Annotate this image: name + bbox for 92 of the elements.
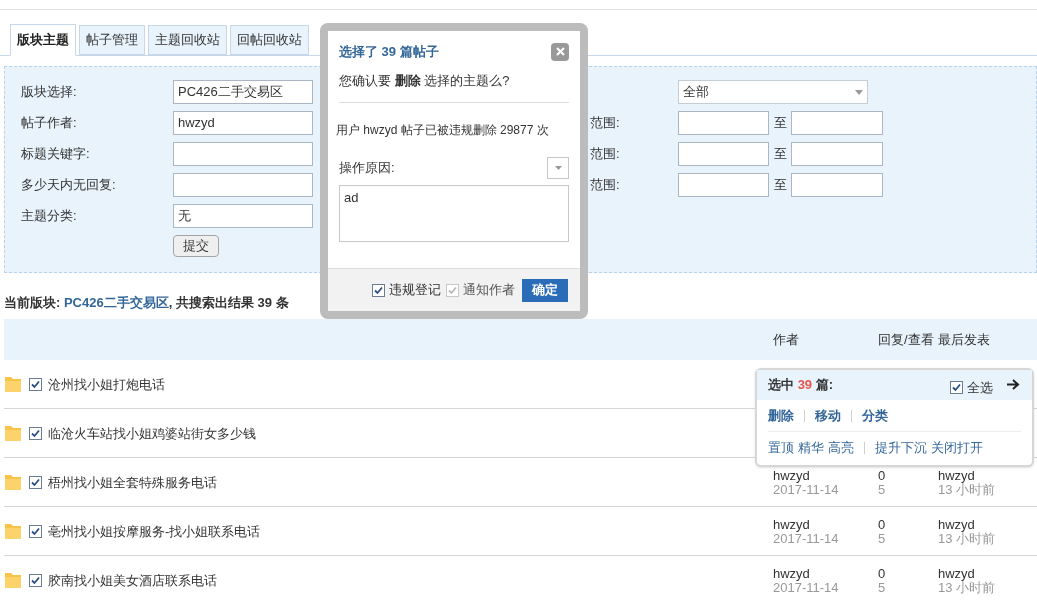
checkbox[interactable]: [29, 427, 42, 440]
folder-icon: [4, 473, 22, 491]
action-link[interactable]: 移动: [815, 405, 841, 426]
arrow-right-icon[interactable]: [1007, 379, 1020, 390]
checkbox[interactable]: [29, 574, 42, 587]
action-link[interactable]: 分类: [862, 405, 888, 426]
forum-link[interactable]: PC426二手交易区: [63, 295, 169, 311]
range-separator: 至: [772, 145, 788, 164]
range-separator: 至: [772, 114, 788, 133]
submit-button[interactable]: 提交: [173, 235, 219, 257]
option-label: 通知作者: [463, 281, 515, 300]
field-label: 标题关键字:: [21, 145, 91, 164]
input-field[interactable]: [678, 173, 769, 197]
author-name: hwzyd: [773, 518, 810, 532]
folder-icon: [4, 522, 22, 540]
thread-title-link[interactable]: 胶南找小姐美女酒店联系电话: [48, 571, 217, 591]
folder-icon: [4, 571, 22, 589]
action-link[interactable]: 精华: [798, 437, 824, 458]
view-count: 5: [878, 483, 886, 497]
input-field[interactable]: [791, 111, 883, 135]
field-label: 主题分类:: [21, 207, 78, 226]
last-poster: hwzyd: [938, 567, 975, 581]
last-poster: hwzyd: [938, 518, 975, 532]
input-field[interactable]: [173, 142, 313, 166]
tab[interactable]: 帖子管理: [79, 25, 145, 55]
reply-count: 0: [878, 567, 886, 581]
field-label: 版块选择:: [21, 83, 78, 102]
close-icon: [555, 47, 565, 57]
column-header: 回复/查看: [878, 331, 934, 349]
input-field[interactable]: PC426二手交易区: [173, 80, 313, 104]
select-all-label: 全选: [967, 379, 993, 397]
column-header: 最后发表: [938, 331, 990, 349]
caret-icon: [855, 89, 863, 95]
checkbox[interactable]: [29, 378, 42, 391]
last-post-time: 13 小时前: [938, 581, 996, 595]
action-link[interactable]: 置顶: [768, 437, 794, 458]
last-post-time: 13 小时前: [938, 532, 996, 546]
checkbox[interactable]: [372, 283, 385, 297]
post-date: 2017-11-14: [773, 581, 839, 595]
selection-count: 选中 39 篇:: [768, 376, 834, 395]
checkbox[interactable]: [29, 476, 42, 489]
checkbox[interactable]: [950, 381, 963, 395]
field-label: 范围:: [590, 114, 621, 133]
tab[interactable]: 版块主题: [10, 24, 76, 56]
tab[interactable]: 回帖回收站: [230, 25, 309, 55]
thread-title-link[interactable]: 梧州找小姐全套特殊服务电话: [48, 473, 217, 493]
author-name: hwzyd: [773, 567, 810, 581]
reason-textarea[interactable]: ad: [339, 185, 569, 242]
view-count: 5: [878, 532, 886, 546]
field-label: 范围:: [590, 176, 621, 195]
last-poster: hwzyd: [938, 469, 975, 483]
dialog-title: 选择了 39 篇帖子: [339, 43, 439, 61]
folder-icon: [4, 375, 22, 393]
action-link[interactable]: 删除: [768, 405, 794, 426]
thread-title-link[interactable]: 沧州找小姐打炮电话: [48, 375, 165, 395]
input-field[interactable]: [791, 173, 883, 197]
input-field[interactable]: hwzyd: [173, 111, 313, 135]
column-header: 作者: [773, 331, 799, 349]
thread-title-link[interactable]: 亳州找小姐按摩服务-找小姐联系电话: [48, 522, 261, 542]
result-summary: 当前版块: PC426二手交易区, 共搜索出结果 39 条: [4, 294, 289, 313]
action-link[interactable]: 高亮: [828, 437, 854, 458]
input-field[interactable]: [678, 142, 769, 166]
input-field[interactable]: [173, 173, 313, 197]
select-field[interactable]: 全部: [678, 80, 868, 104]
thread-title-link[interactable]: 临沧火车站找小姐鸡婆站街女多少钱: [48, 424, 256, 444]
dropdown-button[interactable]: [547, 157, 569, 179]
close-button[interactable]: [551, 42, 569, 61]
caret-icon: [554, 166, 562, 170]
view-count: 5: [878, 581, 886, 595]
action-link[interactable]: 提升下沉: [875, 437, 927, 458]
checkbox[interactable]: [29, 525, 42, 538]
reply-count: 0: [878, 469, 886, 483]
author-name: hwzyd: [773, 469, 810, 483]
reason-label: 操作原因:: [339, 159, 395, 178]
user-info-text: 用户 hwzyd 帖子已被违规删除 29877 次: [336, 122, 550, 139]
tab[interactable]: 主题回收站: [148, 25, 227, 55]
range-separator: 至: [772, 176, 788, 195]
option-label: 违规登记: [389, 281, 441, 300]
field-label: 多少天内无回复:: [21, 176, 117, 195]
last-post-time: 13 小时前: [938, 483, 996, 497]
folder-icon: [4, 424, 22, 442]
confirm-button[interactable]: 确定: [522, 278, 568, 302]
input-field[interactable]: 无: [173, 204, 313, 228]
field-label: 范围:: [590, 145, 621, 164]
input-field[interactable]: [791, 142, 883, 166]
reply-count: 0: [878, 518, 886, 532]
post-date: 2017-11-14: [773, 532, 839, 546]
action-link[interactable]: 关闭打开: [931, 437, 983, 458]
post-date: 2017-11-14: [773, 483, 839, 497]
input-field[interactable]: [678, 111, 769, 135]
confirm-question: 您确认要 删除 选择的主题么?: [339, 70, 569, 103]
field-label: 帖子作者:: [21, 114, 78, 133]
